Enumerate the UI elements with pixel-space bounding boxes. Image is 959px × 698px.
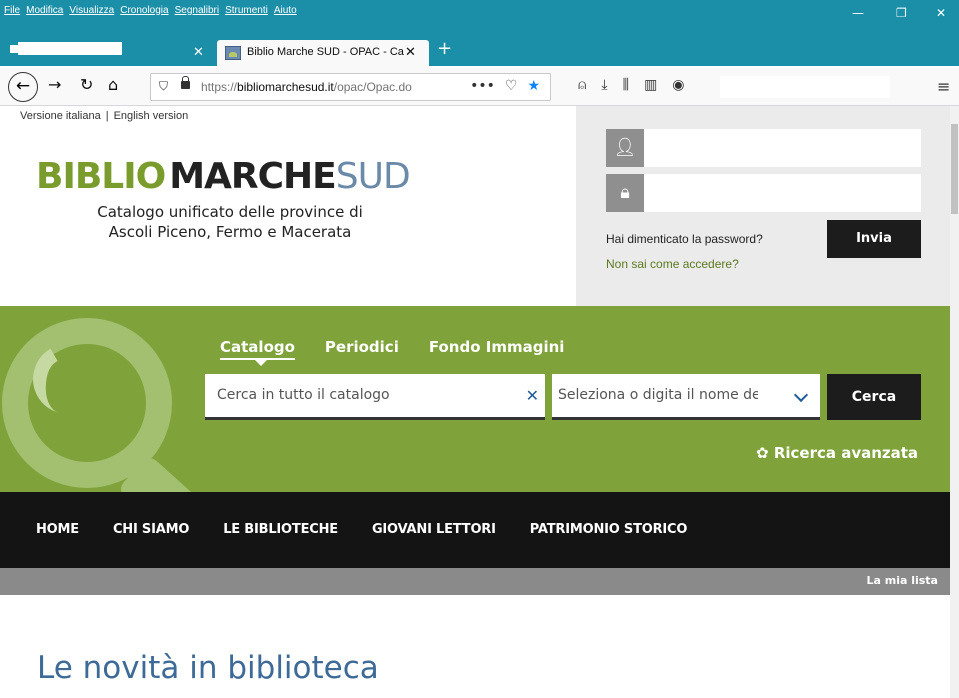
library-select[interactable]: Seleziona o digita il nome della [552,374,820,420]
lang-italian-link[interactable]: Versione italiana [20,110,101,122]
home-icon[interactable]: ⌂ [108,75,118,94]
search-band: Catalogo Periodici Fondo Immagini Cerca … [0,306,950,492]
logo-marche: MARCHE [169,156,337,197]
account-icon[interactable]: ◉ [672,77,684,93]
tab-periodici[interactable]: Periodici [325,338,399,360]
browser-toolbar: ← → ↻ ⌂ ⛉ https://bibliomarchesud.it/opa… [0,68,959,106]
menu-hamburger-icon[interactable]: ≡ [937,77,950,96]
url-bar[interactable]: ⛉ https://bibliomarchesud.it/opac/Opac.d… [150,73,551,101]
page-actions-icon[interactable]: ••• [470,78,495,94]
main-navigation: HOME CHI SIAMO LE BIBLIOTECHE GIOVANI LE… [0,492,950,568]
menu-modifica[interactable]: Modifica [26,5,63,16]
menu-visualizza[interactable]: Visualizza [69,5,114,16]
tab-catalogo[interactable]: Catalogo [220,338,295,366]
sidebar-icon[interactable]: ▥ [644,77,657,93]
lock-icon[interactable] [181,76,190,89]
tracking-shield-icon[interactable]: ⛉ [159,79,168,94]
downloads-icon[interactable]: ⤓ [601,77,607,93]
username-field[interactable]: 👤︎ [606,129,921,167]
menu-strumenti[interactable]: Strumenti [225,5,268,16]
new-tab-icon[interactable]: + [437,38,452,59]
how-to-access-link[interactable]: Non sai come accedere? [606,257,739,271]
menu-file[interactable]: File [4,5,20,16]
menu-cronologia[interactable]: Cronologia [120,5,168,16]
password-field[interactable]: 🔒︎ [606,174,921,212]
reload-icon[interactable]: ↻ [80,75,93,94]
menu-bar: File Modifica Visualizza Cronologia Segn… [4,0,297,20]
search-tabs: Catalogo Periodici Fondo Immagini [220,338,565,366]
logo-sud: SUD [335,156,411,197]
site-logo[interactable]: BIBLIO MARCHESUD [36,156,411,197]
advanced-search-label: Ricerca avanzata [773,444,919,462]
logo-biblio: BIBLIO [36,156,166,197]
tagline-line1: Catalogo unificato delle province di [97,203,363,221]
page-content: Versione italiana | English version BIBLIO… [0,106,950,698]
forward-button[interactable]: → [48,75,61,94]
lang-english-link[interactable]: English version [114,110,189,122]
login-submit-button[interactable]: Invia [827,220,921,258]
search-button[interactable]: Cerca [827,374,921,420]
tab-title: Biblio Marche SUD - OPAC - Ca [247,46,404,58]
site-tagline: Catalogo unificato delle province di Asc… [60,202,400,242]
redacted-favicon [10,45,18,53]
tab-active[interactable]: Biblio Marche SUD - OPAC - Ca ✕ [217,40,429,68]
my-list-link[interactable]: La mia lista [866,574,938,587]
url-text[interactable]: https://bibliomarchesud.it/opac/Opac.do [201,80,412,94]
extension-icon[interactable]: ⍝ [578,77,586,93]
back-button[interactable]: ← [8,72,38,102]
redacted-tab-title [18,42,122,55]
site-favicon-icon [225,46,241,60]
nav-patrimonio-storico[interactable]: PATRIMONIO STORICO [530,522,688,537]
tab-fondo-immagini[interactable]: Fondo Immagini [429,338,565,360]
user-icon: 👤︎ [606,129,644,167]
bookmark-star-icon[interactable]: ★ [527,78,540,94]
close-tab-icon[interactable]: ✕ [193,45,204,60]
lang-separator: | [105,110,109,122]
search-input[interactable]: Cerca in tutto il catalogo ✕ [205,374,545,420]
close-window-button[interactable]: ✕ [936,6,946,20]
language-switcher: Versione italiana | English version [20,110,188,122]
search-placeholder: Cerca in tutto il catalogo [217,387,390,403]
restore-button[interactable]: ❐ [896,6,907,20]
forgot-password-link[interactable]: Hai dimenticato la password? [606,232,763,246]
minimize-button[interactable]: — [852,6,864,20]
scrollbar-thumb[interactable] [951,124,958,214]
pocket-icon[interactable]: ♡ [505,78,518,94]
login-panel: 👤︎ 🔒︎ Hai dimenticato la password? Non s… [576,106,950,306]
lock-icon: 🔒︎ [606,174,644,212]
nav-giovani-lettori[interactable]: GIOVANI LETTORI [372,522,496,537]
gear-icon: ✿ [756,444,769,462]
nav-le-biblioteche[interactable]: LE BIBLIOTECHE [223,522,338,537]
close-active-tab-icon[interactable]: ✕ [405,45,416,60]
library-icon[interactable]: ⫼ [623,77,629,93]
tagline-line2: Ascoli Piceno, Fermo e Macerata [108,223,352,241]
redacted-area [720,76,890,98]
user-bar: La mia lista [0,568,950,595]
menu-aiuto[interactable]: Aiuto [274,5,297,16]
nav-chi-siamo[interactable]: CHI SIAMO [113,522,189,537]
menu-segnalibri[interactable]: Segnalibri [175,5,219,16]
library-select-placeholder: Seleziona o digita il nome della [558,387,758,403]
browser-titlebar: File Modifica Visualizza Cronologia Segn… [0,0,959,68]
advanced-search-link[interactable]: ✿ Ricerca avanzata [756,444,918,462]
section-heading: Le novità in biblioteca [37,650,379,686]
chevron-down-icon[interactable] [793,387,809,403]
clear-search-icon[interactable]: ✕ [526,386,539,405]
nav-home[interactable]: HOME [36,522,79,537]
